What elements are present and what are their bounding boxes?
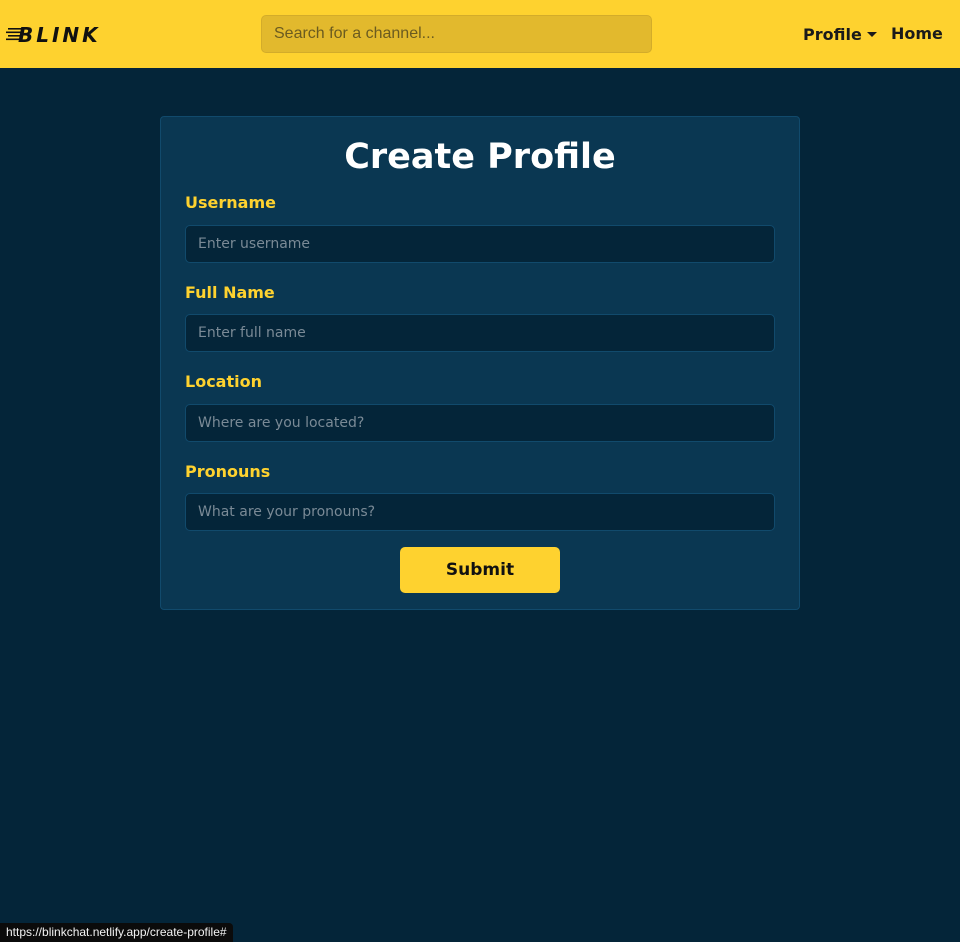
submit-button[interactable]: Submit (400, 547, 560, 593)
page-title: Create Profile (344, 137, 616, 177)
profile-dropdown-toggle[interactable]: Profile (803, 22, 877, 46)
pronouns-label: Pronouns (185, 462, 271, 481)
status-bar-url: https://blinkchat.netlify.app/create-pro… (0, 923, 233, 942)
location-label: Location (185, 372, 262, 391)
create-profile-card (160, 116, 800, 610)
svg-text:BLINK: BLINK (18, 23, 101, 46)
username-label: Username (185, 193, 276, 212)
full-name-input[interactable] (185, 314, 775, 352)
navbar: BLINK Profile Home (0, 0, 960, 68)
caret-down-icon (866, 31, 877, 37)
home-link[interactable]: Home (891, 22, 943, 46)
profile-label: Profile (803, 24, 862, 44)
pronouns-input[interactable] (185, 493, 775, 531)
channel-search-input[interactable] (261, 15, 652, 53)
location-input[interactable] (185, 404, 775, 442)
blink-logo[interactable]: BLINK (6, 22, 114, 46)
full-name-label: Full Name (185, 283, 275, 302)
username-input[interactable] (185, 225, 775, 263)
